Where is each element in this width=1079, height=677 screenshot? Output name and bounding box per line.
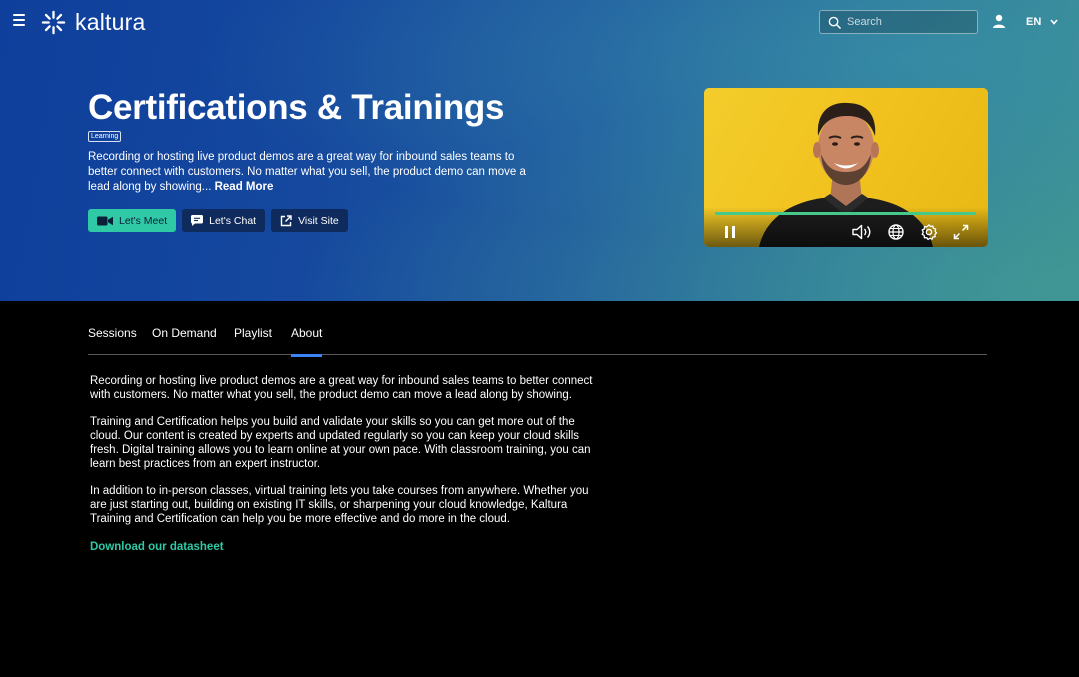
chat-icon (191, 215, 204, 226)
pause-icon[interactable] (721, 223, 739, 241)
external-link-icon (280, 214, 292, 226)
about-paragraph-2: Training and Certification helps you bui… (90, 416, 591, 470)
about-content: Recording or hosting live product demos … (90, 374, 600, 554)
hero-banner: kaltura EN Certifications & Trainings Le… (0, 0, 1079, 301)
tab-sessions[interactable]: Sessions (88, 326, 137, 355)
search-icon (828, 16, 841, 29)
hero-description: Recording or hosting live product demos … (88, 150, 538, 195)
lets-chat-button[interactable]: Let's Chat (182, 209, 266, 232)
fullscreen-icon[interactable] (952, 223, 970, 241)
tab-playlist[interactable]: Playlist (234, 326, 272, 355)
visit-site-button[interactable]: Visit Site (271, 209, 348, 232)
description-text: Recording or hosting live product demos … (88, 151, 526, 193)
settings-icon[interactable] (920, 223, 938, 241)
search-input[interactable] (847, 16, 967, 28)
language-label: EN (1026, 16, 1042, 28)
logo[interactable]: kaltura (40, 8, 145, 36)
visit-site-label: Visit Site (298, 214, 339, 227)
category-badge: Learning (88, 131, 122, 142)
download-datasheet-link[interactable]: Download our datasheet (90, 540, 224, 554)
lets-chat-label: Let's Chat (209, 214, 257, 227)
language-selector[interactable]: EN (1026, 16, 1058, 28)
tab-about[interactable]: About (291, 326, 323, 357)
top-bar: kaltura EN (0, 0, 1079, 44)
video-camera-icon (97, 216, 113, 225)
read-more-link[interactable]: Read More (215, 181, 274, 193)
video-player[interactable] (704, 88, 988, 247)
about-paragraph-3: In addition to in-person classes, virtua… (90, 485, 589, 525)
tab-on-demand[interactable]: On Demand (152, 326, 217, 355)
tab-bar: Sessions On Demand Playlist About (88, 326, 987, 357)
user-icon[interactable] (992, 14, 1006, 28)
globe-icon[interactable] (887, 223, 905, 241)
page-title: Certifications & Trainings (88, 88, 505, 127)
kaltura-logo-icon (41, 10, 66, 34)
chevron-down-icon (1050, 19, 1058, 25)
menu-icon[interactable] (13, 14, 25, 26)
search-box[interactable] (819, 10, 978, 34)
volume-icon[interactable] (851, 223, 873, 241)
action-buttons: Let's Meet Let's Chat Visit Site (88, 209, 348, 232)
lets-meet-label: Let's Meet (119, 214, 168, 227)
about-paragraph-1: Recording or hosting live product demos … (90, 375, 593, 401)
brand-name: kaltura (75, 8, 146, 35)
progress-bar[interactable] (715, 212, 976, 215)
lets-meet-button[interactable]: Let's Meet (88, 209, 177, 232)
